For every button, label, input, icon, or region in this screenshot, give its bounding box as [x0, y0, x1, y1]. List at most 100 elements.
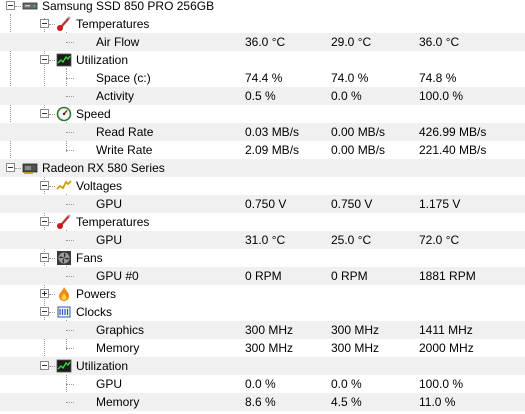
group-label: Utilization: [76, 53, 129, 67]
sensor-min: 29.0 °C: [331, 35, 372, 49]
sensor-max: 100.0 %: [419, 377, 464, 391]
tree-line: [49, 24, 55, 25]
tree-line: [49, 114, 55, 115]
sensor-row[interactable]: Graphics 300 MHz 300 MHz 1411 MHz: [0, 321, 525, 339]
sensor-min: 300 MHz: [331, 323, 380, 337]
sensor-row[interactable]: Read Rate 0.03 MB/s 0.00 MB/s 426.99 MB/…: [0, 123, 525, 141]
sensor-min: 0 RPM: [331, 269, 368, 283]
collapse-toggle[interactable]: [6, 163, 15, 172]
tree-node-temperatures[interactable]: Temperatures: [0, 15, 525, 33]
tree-line: [49, 186, 55, 187]
graphics-card-icon: [22, 163, 38, 174]
sensor-value: 0.750 V: [245, 197, 287, 211]
sensor-min: 25.0 °C: [331, 233, 372, 247]
load-monitor-icon: [56, 53, 72, 67]
collapse-toggle[interactable]: [40, 307, 49, 316]
sensor-value: 2.09 MB/s: [245, 143, 300, 157]
collapse-toggle[interactable]: [40, 361, 49, 370]
hardware-name: Radeon RX 580 Series: [42, 161, 165, 175]
collapse-toggle[interactable]: [40, 19, 49, 28]
tree-line: [49, 258, 55, 259]
load-monitor-icon: [56, 359, 72, 373]
tree-line: [66, 96, 74, 97]
tree-node-utilization[interactable]: Utilization: [0, 357, 525, 375]
sensor-row[interactable]: GPU #0 0 RPM 0 RPM 1881 RPM: [0, 267, 525, 285]
fan-icon: [57, 251, 71, 265]
sensor-row[interactable]: GPU 0.0 % 0.0 % 100.0 %: [0, 375, 525, 393]
tree-line: [49, 312, 55, 313]
sensor-value: 74.4 %: [245, 71, 283, 85]
tree-node-gpu[interactable]: Radeon RX 580 Series: [0, 159, 525, 177]
sensor-value: 31.0 °C: [245, 233, 286, 247]
collapse-toggle[interactable]: [40, 55, 49, 64]
sensor-name: Memory: [96, 395, 140, 409]
sensor-max: 2000 MHz: [419, 341, 474, 355]
tree-node-clocks[interactable]: Clocks: [0, 303, 525, 321]
tree-node-voltages[interactable]: Voltages: [0, 177, 525, 195]
tree-line: [66, 348, 74, 349]
tree-node-temperatures[interactable]: Temperatures: [0, 213, 525, 231]
tree-line: [66, 240, 74, 241]
collapse-toggle[interactable]: [40, 217, 49, 226]
sensor-name: Activity: [96, 89, 135, 103]
tree-node-ssd[interactable]: Samsung SSD 850 PRO 256GB: [0, 0, 525, 15]
sensor-min: 0.750 V: [331, 197, 373, 211]
speedometer-icon: [56, 106, 72, 122]
sensor-max: 36.0 °C: [419, 35, 460, 49]
sensor-row[interactable]: Write Rate 2.09 MB/s 0.00 MB/s 221.40 MB…: [0, 141, 525, 159]
power-flame-icon: [59, 287, 69, 301]
tree-line: [66, 402, 74, 403]
tree-node-speed[interactable]: Speed: [0, 105, 525, 123]
sensor-row[interactable]: GPU 31.0 °C 25.0 °C 72.0 °C: [0, 231, 525, 249]
tree-line: [49, 60, 55, 61]
tree-node-utilization[interactable]: Utilization: [0, 51, 525, 69]
group-label: Fans: [76, 251, 103, 265]
sensor-value: 0.5 %: [245, 89, 276, 103]
tree-line: [66, 132, 74, 133]
sensor-value: 300 MHz: [245, 323, 294, 337]
sensor-row[interactable]: Memory 8.6 % 4.5 % 11.0 %: [0, 393, 525, 411]
group-label: Utilization: [76, 359, 129, 373]
tree-line: [66, 330, 74, 331]
tree-line: [49, 222, 55, 223]
sensor-min: 4.5 %: [331, 395, 362, 409]
group-label: Powers: [76, 287, 117, 301]
collapse-toggle[interactable]: [40, 109, 49, 118]
group-label: Voltages: [76, 179, 123, 193]
tree-line: [15, 6, 21, 7]
sensor-row[interactable]: Space (c:) 74.4 % 74.0 % 74.8 %: [0, 69, 525, 87]
sensor-max: 100.0 %: [419, 89, 464, 103]
sensor-max: 221.40 MB/s: [419, 143, 487, 157]
tree-line: [15, 168, 21, 169]
collapse-toggle[interactable]: [40, 181, 49, 190]
drive-icon: [22, 2, 38, 10]
group-label: Temperatures: [76, 215, 150, 229]
tree-line: [66, 276, 74, 277]
sensor-max: 1.175 V: [419, 197, 461, 211]
clock-chip-icon: [57, 306, 71, 318]
hardware-name: Samsung SSD 850 PRO 256GB: [42, 0, 215, 13]
sensor-row[interactable]: Air Flow 36.0 °C 29.0 °C 36.0 °C: [0, 33, 525, 51]
sensor-name: GPU: [96, 377, 123, 391]
group-label: Speed: [76, 107, 111, 121]
tree-line: [66, 78, 74, 79]
sensor-name: Air Flow: [96, 35, 140, 49]
sensor-name: Graphics: [96, 323, 145, 337]
sensor-tree: Samsung SSD 850 PRO 256GB Temperatures A…: [0, 0, 525, 414]
expand-toggle[interactable]: [40, 289, 49, 298]
sensor-name: Write Rate: [96, 143, 153, 157]
sensor-row[interactable]: GPU 0.750 V 0.750 V 1.175 V: [0, 195, 525, 213]
thermometer-icon: [57, 16, 71, 31]
sensor-row[interactable]: Activity 0.5 % 0.0 % 100.0 %: [0, 87, 525, 105]
collapse-toggle[interactable]: [6, 1, 15, 10]
sensor-row[interactable]: Memory 300 MHz 300 MHz 2000 MHz: [0, 339, 525, 357]
tree-line: [66, 204, 74, 205]
sensor-name: GPU: [96, 197, 123, 211]
tree-node-fans[interactable]: Fans: [0, 249, 525, 267]
sensor-value: 300 MHz: [245, 341, 294, 355]
tree-node-powers[interactable]: Powers: [0, 285, 525, 303]
collapse-toggle[interactable]: [40, 253, 49, 262]
group-label: Clocks: [76, 305, 113, 319]
sensor-value: 0.03 MB/s: [245, 125, 300, 139]
tree-line: [66, 150, 74, 151]
